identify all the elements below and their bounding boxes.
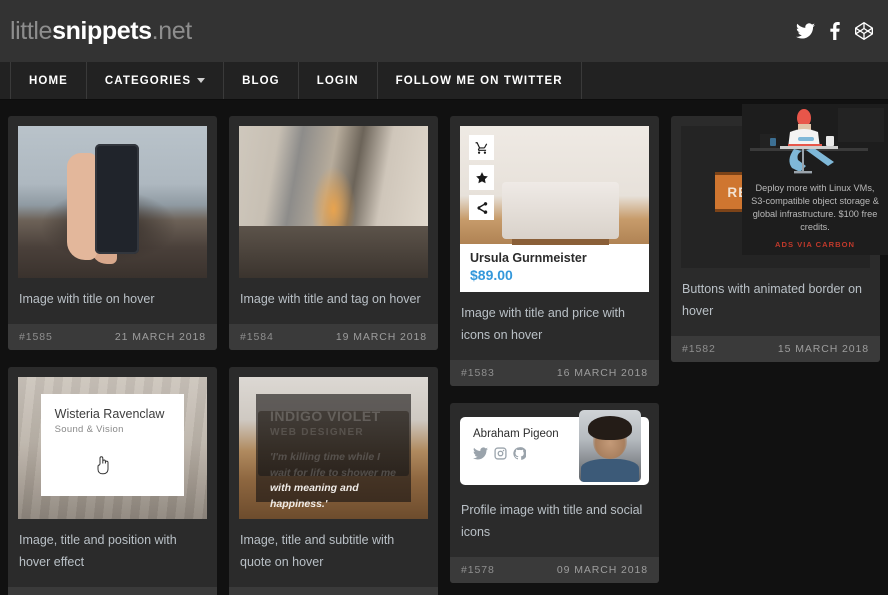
nav-item-blog[interactable]: BLOG xyxy=(223,62,298,99)
person-quote: 'I'm killing time while I wait for life … xyxy=(270,450,397,511)
avatar xyxy=(579,409,641,482)
snippet-title: Image, title and subtitle with quote on … xyxy=(240,532,395,569)
snippet-grid: Image with title on hover #1585 21 MARCH… xyxy=(0,100,888,595)
profile-hover-card: Abraham Pigeon xyxy=(460,409,649,485)
person-role: WEB DESIGNER xyxy=(270,426,364,438)
snippet-title: Profile image with title and social icon… xyxy=(461,502,643,539)
snippet-footer: #1582 15 MARCH 2018 xyxy=(671,335,880,362)
nav-item-categories-label: CATEGORIES xyxy=(104,74,192,87)
nav-item-login-label: LOGIN xyxy=(316,74,359,87)
chevron-down-icon xyxy=(197,78,206,83)
snippet-date: 15 MARCH 2018 xyxy=(777,342,869,355)
ad-body-text: Deploy more with Linux VMs, S3-compatibl… xyxy=(751,183,879,233)
snippet-card-1584[interactable]: Image with title and tag on hover #1584 … xyxy=(229,116,438,350)
snippet-title: Image with title and price with icons on… xyxy=(461,306,625,342)
snippet-footer: #1584 19 MARCH 2018 xyxy=(229,323,438,350)
logo-part-little: little xyxy=(10,16,53,45)
snippet-card-1580[interactable]: Wisteria Ravenclaw Sound & Vision Image,… xyxy=(8,366,217,595)
snippet-preview-image: Ursula Gurnmeister $89.00 xyxy=(460,126,649,292)
snippet-footer: #1583 16 MARCH 2018 xyxy=(450,359,659,386)
snippet-preview-image xyxy=(239,126,428,278)
twitter-icon[interactable] xyxy=(473,447,488,465)
snippet-number: #1583 xyxy=(461,366,495,379)
snippet-title: Image, title and position with hover eff… xyxy=(19,532,177,569)
facebook-icon[interactable] xyxy=(829,22,840,40)
snippet-preview-image: INDIGO VIOLET WEB DESIGNER 'I'm killing … xyxy=(239,376,428,519)
snippet-title: Image with title on hover xyxy=(19,292,155,306)
ad-attribution: ADS VIA CARBON xyxy=(775,240,855,250)
nav-item-blog-label: BLOG xyxy=(242,74,280,87)
thumb-wrapper: Ursula Gurnmeister $89.00 xyxy=(450,116,659,292)
snippet-card-1583[interactable]: Ursula Gurnmeister $89.00 Image with tit… xyxy=(450,116,659,386)
snippet-preview-image xyxy=(18,126,207,278)
snippet-number: #1585 xyxy=(19,330,53,343)
snippet-card-1579[interactable]: INDIGO VIOLET WEB DESIGNER 'I'm killing … xyxy=(229,366,438,595)
hand-cursor-icon xyxy=(97,456,109,475)
snippet-preview-image: Wisteria Ravenclaw Sound & Vision xyxy=(18,376,207,519)
nav-item-home-label: HOME xyxy=(29,74,68,87)
site-logo[interactable]: littlesnippets.net xyxy=(10,17,192,46)
share-icon[interactable] xyxy=(469,195,494,220)
ad-illustration xyxy=(742,104,888,176)
snippet-date: 16 MARCH 2018 xyxy=(556,366,648,379)
thumb-wrapper xyxy=(8,116,217,278)
github-icon[interactable] xyxy=(513,446,527,465)
snippet-date: 21 MARCH 2018 xyxy=(114,330,206,343)
nav-item-follow-twitter-label: FOLLOW ME ON TWITTER xyxy=(395,74,563,87)
snippet-date: 09 MARCH 2018 xyxy=(556,563,648,576)
snippet-footer: #1585 21 MARCH 2018 xyxy=(8,323,217,350)
instagram-icon[interactable] xyxy=(494,447,507,465)
thumb-wrapper: INDIGO VIOLET WEB DESIGNER 'I'm killing … xyxy=(229,367,438,519)
hover-name-card: Wisteria Ravenclaw Sound & Vision xyxy=(40,393,185,497)
nav-left-spacer xyxy=(0,62,10,99)
thumb-wrapper xyxy=(229,116,438,278)
nav-item-home[interactable]: HOME xyxy=(10,62,86,99)
snippet-footer: #1580 13 MARCH 2018 xyxy=(8,586,217,595)
snippet-number: #1584 xyxy=(240,330,274,343)
logo-part-snippets: snippets xyxy=(52,16,152,45)
product-price: $89.00 xyxy=(470,267,513,283)
social-links xyxy=(796,21,874,41)
person-position: Sound & Vision xyxy=(54,423,124,435)
product-price-bar: Ursula Gurnmeister $89.00 xyxy=(460,244,649,292)
codepen-icon[interactable] xyxy=(854,21,874,41)
snippet-title: Buttons with animated border on hover xyxy=(682,282,862,318)
hover-quote-overlay: INDIGO VIOLET WEB DESIGNER 'I'm killing … xyxy=(256,393,411,510)
snippet-date: 19 MARCH 2018 xyxy=(335,330,427,343)
person-name: Wisteria Ravenclaw xyxy=(54,406,165,421)
person-name: INDIGO VIOLET xyxy=(270,407,381,424)
logo-part-net: .net xyxy=(151,16,193,45)
star-icon[interactable] xyxy=(469,165,494,190)
carbon-ad[interactable]: Deploy more with Linux VMs, S3-compatibl… xyxy=(742,104,888,256)
twitter-icon[interactable] xyxy=(796,23,815,39)
product-action-icons xyxy=(469,135,494,220)
avatar-hair xyxy=(587,415,633,440)
snippet-footer: #1578 09 MARCH 2018 xyxy=(450,556,659,583)
snippet-footer: #1579 12 MARCH 2018 xyxy=(229,586,438,595)
product-name: Ursula Gurnmeister xyxy=(470,251,587,265)
nav-item-follow-twitter[interactable]: FOLLOW ME ON TWITTER xyxy=(376,62,582,99)
snippet-title: Image with title and tag on hover xyxy=(240,292,421,306)
site-header: littlesnippets.net xyxy=(0,0,888,62)
snippet-card-1585[interactable]: Image with title on hover #1585 21 MARCH… xyxy=(8,116,217,350)
avatar-shirt xyxy=(581,458,639,482)
snippet-number: #1582 xyxy=(682,342,716,355)
cart-icon[interactable] xyxy=(469,135,494,160)
snippet-number: #1578 xyxy=(461,563,495,576)
thumb-wrapper: Wisteria Ravenclaw Sound & Vision xyxy=(8,367,217,519)
snippet-card-1578[interactable]: Abraham Pigeon Profile image with title … xyxy=(450,402,659,583)
nav-item-categories[interactable]: CATEGORIES xyxy=(85,62,223,99)
main-navigation: HOME CATEGORIES BLOG LOGIN FOLLOW ME ON … xyxy=(0,62,888,100)
nav-item-login[interactable]: LOGIN xyxy=(297,62,377,99)
